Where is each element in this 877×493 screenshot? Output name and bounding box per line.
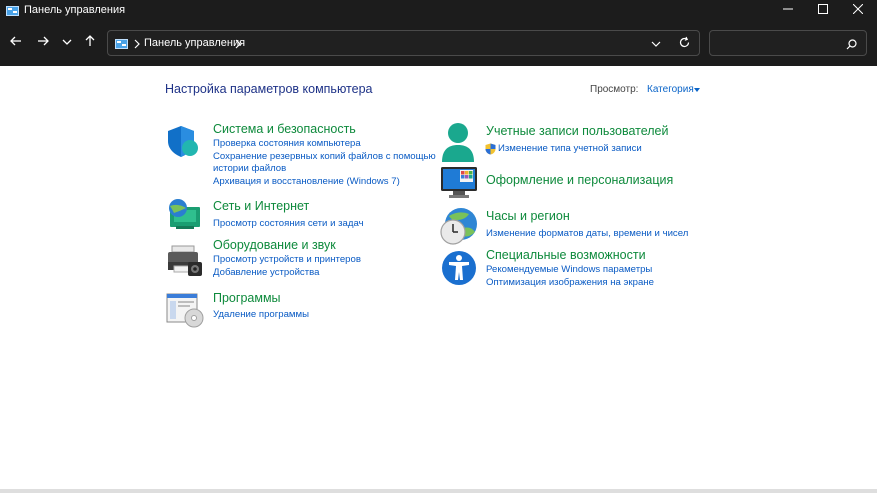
address-path[interactable]: Панель управления <box>144 37 245 49</box>
dropdown-icon[interactable] <box>651 37 661 55</box>
maximize-icon <box>818 1 828 19</box>
category-system-security[interactable]: Система и безопасность <box>213 122 356 136</box>
close-icon <box>852 1 864 19</box>
printer-icon[interactable] <box>166 244 204 283</box>
link-uninstall-program[interactable]: Удаление программы <box>213 309 309 321</box>
category-ease-of-access[interactable]: Специальные возможности <box>486 248 646 262</box>
search-input[interactable] <box>716 34 840 54</box>
minimize-icon <box>783 1 793 19</box>
bottom-edge <box>0 489 877 493</box>
back-arrow-icon <box>10 34 22 52</box>
uac-shield-icon <box>485 142 496 160</box>
forward-button[interactable] <box>34 34 52 52</box>
minimize-button[interactable] <box>770 0 806 20</box>
link-check-computer-status[interactable]: Проверка состояния компьютера <box>213 138 361 150</box>
recent-dropdown-icon <box>62 34 72 52</box>
link-file-history-cont[interactable]: истории файлов <box>213 163 286 175</box>
link-change-account-type[interactable]: Изменение типа учетной записи <box>498 143 642 155</box>
link-file-history[interactable]: Сохранение резервных копий файлов с помо… <box>213 151 436 163</box>
close-button[interactable] <box>840 0 876 20</box>
maximize-button[interactable] <box>805 0 841 20</box>
link-date-time-formats[interactable]: Изменение форматов даты, времени и чисел <box>486 228 688 240</box>
category-network-internet[interactable]: Сеть и Интернет <box>213 199 309 213</box>
clock-globe-icon[interactable] <box>439 206 479 251</box>
dropdown-arrow-icon[interactable] <box>694 88 700 92</box>
navigation-bar: Панель управления <box>0 20 877 66</box>
forward-arrow-icon <box>37 34 49 52</box>
window-title: Панель управления <box>24 4 126 16</box>
link-network-status[interactable]: Просмотр состояния сети и задач <box>213 218 364 230</box>
user-icon[interactable] <box>440 122 476 167</box>
network-globe-icon[interactable] <box>166 197 202 236</box>
category-hardware-sound[interactable]: Оборудование и звук <box>213 238 336 252</box>
back-button[interactable] <box>7 34 25 52</box>
monitor-icon[interactable] <box>440 165 478 206</box>
category-user-accounts[interactable]: Учетные записи пользователей <box>486 124 669 138</box>
page-heading: Настройка параметров компьютера <box>165 82 373 96</box>
up-arrow-icon <box>84 34 96 52</box>
link-backup-restore[interactable]: Архивация и восстановление (Windows 7) <box>213 176 400 188</box>
title-bar: Панель управления <box>0 0 877 20</box>
category-appearance-personalization[interactable]: Оформление и персонализация <box>486 173 673 187</box>
programs-icon[interactable] <box>166 292 204 333</box>
shield-icon[interactable] <box>166 124 200 163</box>
chevron-right-icon[interactable] <box>133 37 141 55</box>
link-recommended-settings[interactable]: Рекомендуемые Windows параметры <box>486 264 652 276</box>
link-devices-printers[interactable]: Просмотр устройств и принтеров <box>213 254 361 266</box>
search-box[interactable] <box>709 30 867 56</box>
search-icon[interactable] <box>846 37 857 55</box>
category-clock-region[interactable]: Часы и регион <box>486 209 570 223</box>
recent-locations-button[interactable] <box>58 34 76 52</box>
accessibility-icon[interactable] <box>441 249 477 292</box>
refresh-icon[interactable] <box>678 36 691 54</box>
chevron-right-icon[interactable] <box>234 37 242 55</box>
link-optimize-display[interactable]: Оптимизация изображения на экране <box>486 277 654 289</box>
up-button[interactable] <box>81 34 99 52</box>
view-by-label: Просмотр: <box>590 84 639 95</box>
category-programs[interactable]: Программы <box>213 291 281 305</box>
link-add-device[interactable]: Добавление устройства <box>213 267 319 279</box>
control-panel-icon <box>115 37 128 55</box>
address-bar[interactable]: Панель управления <box>107 30 700 56</box>
view-by-dropdown[interactable]: Категория <box>647 84 694 95</box>
